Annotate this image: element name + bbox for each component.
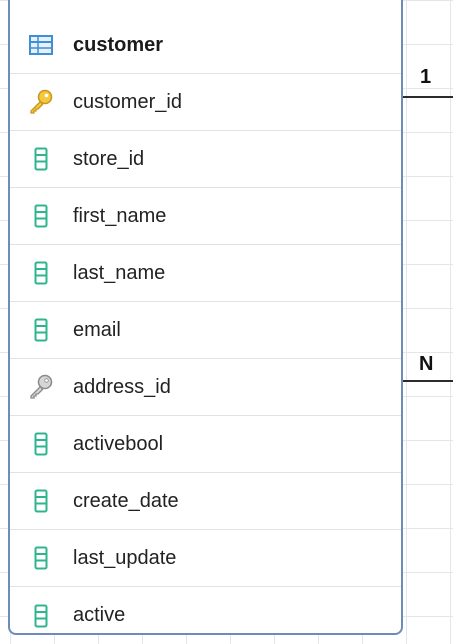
- column-name: active: [73, 604, 126, 626]
- column-row[interactable]: email: [10, 302, 401, 359]
- table-name: customer: [73, 33, 164, 56]
- column-name: last_update: [73, 546, 177, 569]
- column-row[interactable]: customer_id: [10, 74, 401, 131]
- column-name: email: [73, 318, 121, 341]
- column-row[interactable]: last_name: [10, 245, 401, 302]
- column-icon: [28, 488, 54, 514]
- column-row[interactable]: last_update: [10, 530, 401, 587]
- column-row[interactable]: first_name: [10, 188, 401, 245]
- column-icon: [28, 317, 54, 343]
- cardinality-label: N: [419, 353, 434, 375]
- column-name: address_id: [73, 375, 171, 398]
- table-header[interactable]: customer: [10, 17, 401, 74]
- customer-table-card[interactable]: customer customer_id store_id first_name…: [8, 0, 403, 635]
- diagram-canvas[interactable]: customer customer_id store_id first_name…: [0, 0, 453, 644]
- column-row[interactable]: address_id: [10, 359, 401, 416]
- column-name: last_name: [73, 261, 166, 284]
- foreign-key-icon: [28, 374, 54, 400]
- column-icon: [28, 431, 54, 457]
- column-icon: [28, 603, 54, 629]
- column-icon: [28, 203, 54, 229]
- column-icon: [28, 260, 54, 286]
- relationship-line[interactable]: [403, 96, 453, 98]
- column-name: create_date: [73, 489, 179, 512]
- cardinality-label: 1: [420, 66, 432, 88]
- column-row[interactable]: activebool: [10, 416, 401, 473]
- relationship-line[interactable]: [403, 380, 453, 382]
- column-row[interactable]: create_date: [10, 473, 401, 530]
- column-name: activebool: [73, 432, 164, 455]
- column-icon: [28, 545, 54, 571]
- column-row[interactable]: active: [10, 587, 401, 633]
- column-name: store_id: [73, 147, 145, 170]
- column-icon: [28, 146, 54, 172]
- column-name: first_name: [73, 204, 167, 227]
- column-row[interactable]: store_id: [10, 131, 401, 188]
- column-name: customer_id: [73, 90, 182, 113]
- table-icon: [28, 32, 54, 58]
- primary-key-icon: [28, 89, 54, 115]
